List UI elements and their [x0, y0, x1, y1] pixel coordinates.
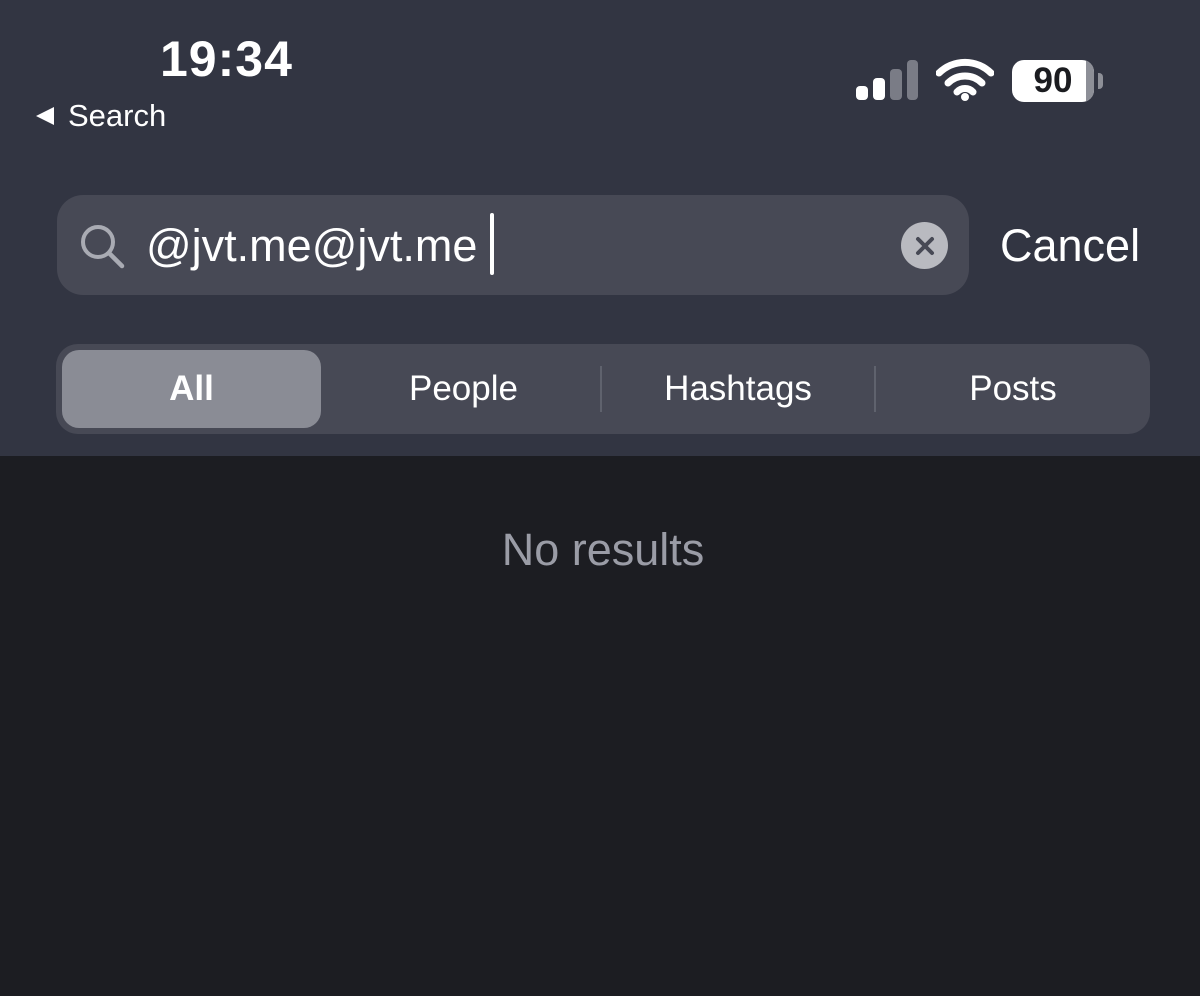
- back-label: Search: [68, 98, 167, 133]
- search-input[interactable]: [146, 214, 886, 278]
- wifi-icon: [936, 58, 994, 101]
- search-icon: [81, 225, 125, 269]
- battery-icon: 90: [1012, 60, 1104, 102]
- search-header: 19:34 Search 90 Cancel Al: [0, 0, 1200, 456]
- tab-all[interactable]: All: [62, 350, 321, 428]
- tab-hashtags[interactable]: Hashtags: [602, 344, 874, 434]
- empty-state-message: No results: [501, 524, 705, 575]
- text-cursor: [490, 213, 494, 275]
- status-time: 19:34: [160, 31, 293, 87]
- cancel-button[interactable]: Cancel: [1000, 216, 1140, 276]
- battery-cap: [1098, 73, 1103, 89]
- clear-icon: [915, 236, 934, 255]
- back-arrow-icon: [36, 107, 54, 125]
- clear-search-button[interactable]: [901, 222, 948, 269]
- battery-level: 90: [1033, 61, 1073, 100]
- tab-posts[interactable]: Posts: [876, 344, 1150, 434]
- cellular-signal-icon: [856, 60, 918, 100]
- battery-body: 90: [1012, 60, 1094, 102]
- back-to-search-button[interactable]: Search: [36, 96, 166, 136]
- tab-people[interactable]: People: [327, 344, 600, 434]
- search-scope-tabs: All People Hashtags Posts: [56, 344, 1150, 434]
